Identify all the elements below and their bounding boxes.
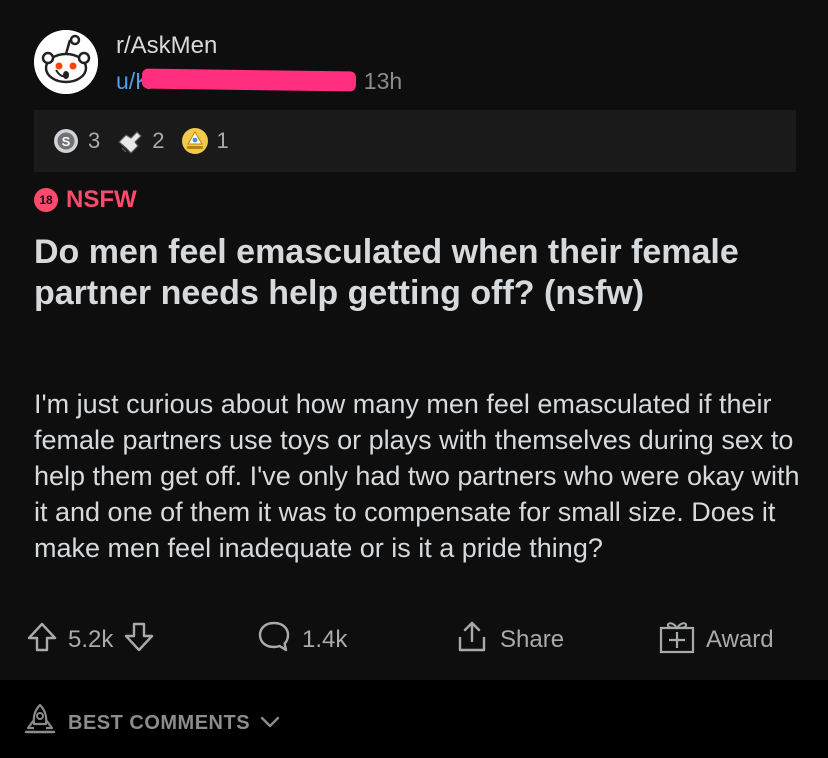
rocket-icon <box>22 702 58 744</box>
vote-group: 5.2k <box>26 614 155 666</box>
award-silver[interactable]: S 3 <box>52 127 100 155</box>
award-count: 1 <box>216 128 229 153</box>
post-header: r/AskMen u/K4 · 13h <box>34 30 794 100</box>
share-button[interactable]: Share <box>454 614 564 666</box>
sort-dropdown[interactable]: BEST COMMENTS <box>22 702 280 744</box>
share-label: Share <box>500 626 565 653</box>
nsfw-18-icon: 18 <box>34 188 58 212</box>
gift-icon <box>658 619 696 662</box>
wholesome-award-icon <box>116 127 144 155</box>
sort-label: BEST COMMENTS <box>68 711 251 734</box>
award-count: 3 <box>88 128 101 153</box>
downvote-icon[interactable] <box>123 621 155 660</box>
award-helpful[interactable]: 1 <box>181 127 229 155</box>
silver-award-icon: S <box>52 127 80 155</box>
post-time: 13h <box>363 68 403 94</box>
comments-sort-bar: BEST COMMENTS <box>0 680 828 758</box>
comment-count: 1.4k <box>302 626 348 653</box>
nsfw-tag: 18 NSFW <box>34 186 137 214</box>
award-count: 2 <box>152 128 165 153</box>
username-redaction <box>141 68 357 92</box>
subreddit-avatar[interactable] <box>34 30 98 94</box>
upvote-icon[interactable] <box>26 621 58 660</box>
helpful-award-icon <box>181 127 209 155</box>
award-wholesome[interactable]: 2 <box>116 127 165 155</box>
award-button[interactable]: Award <box>658 614 774 666</box>
svg-text:S: S <box>62 134 71 149</box>
comment-icon <box>256 619 292 662</box>
chevron-down-icon <box>260 712 280 735</box>
post-title: Do men feel emasculated when their femal… <box>34 233 739 312</box>
comments-button[interactable]: 1.4k <box>256 614 347 666</box>
post-actions: 5.2k 1.4k Share Award <box>26 614 806 666</box>
vote-count: 5.2k <box>68 626 114 653</box>
award-label: Award <box>706 626 774 653</box>
post-body: I'm just curious about how many men feel… <box>34 389 800 563</box>
post-card: r/AskMen u/K4 · 13h S 3 <box>0 0 828 680</box>
share-icon <box>454 619 490 662</box>
awards-bar[interactable]: S 3 2 1 <box>34 110 796 172</box>
subreddit-name[interactable]: r/AskMen <box>116 32 217 60</box>
nsfw-label: NSFW <box>66 186 137 213</box>
